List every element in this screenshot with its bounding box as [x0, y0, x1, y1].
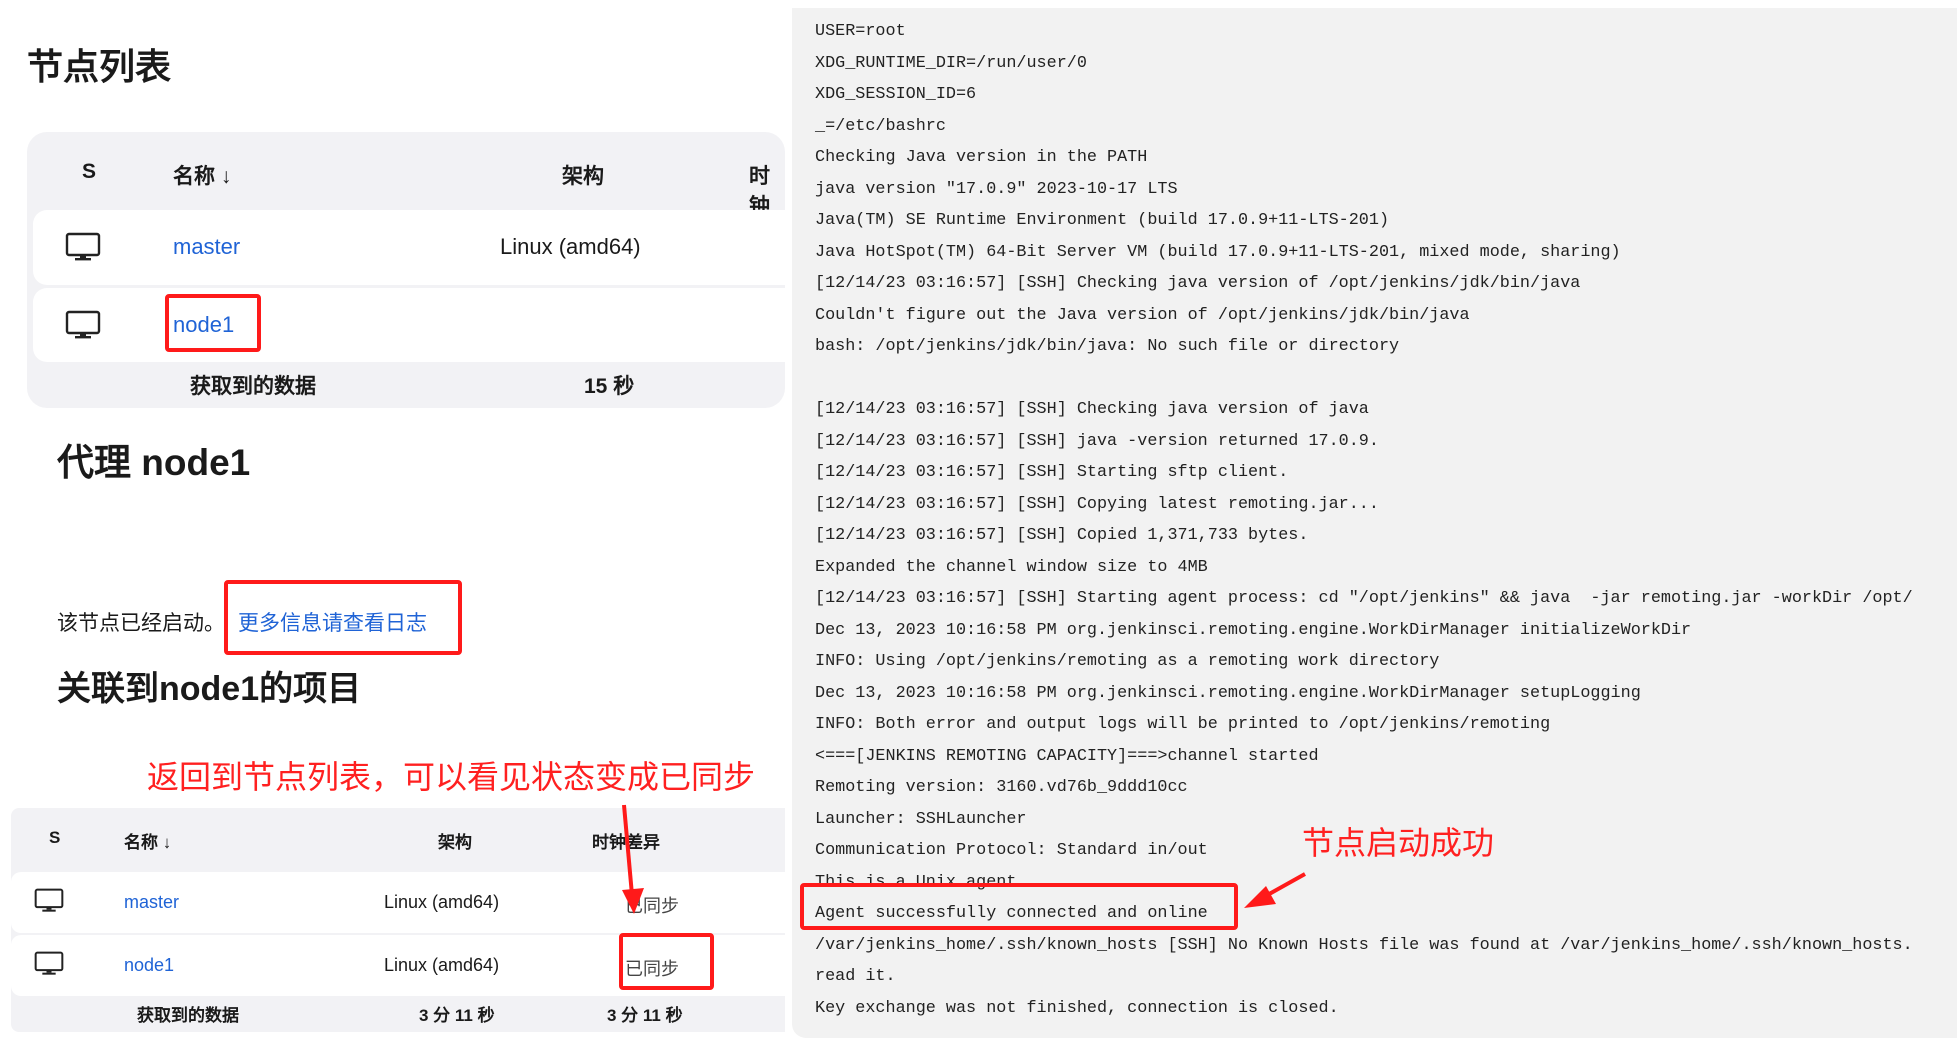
log-line: Couldn't figure out the Java version of … [815, 305, 1470, 325]
col-arch[interactable]: 架构 [438, 828, 472, 853]
footer-label: 获取到的数据 [137, 1006, 239, 1025]
col-name[interactable]: 名称 ↓ [173, 160, 231, 190]
log-line: USER=root [815, 22, 906, 41]
log-line: Java HotSpot(TM) 64-Bit Server VM (build… [815, 242, 1621, 262]
node-link-master[interactable]: master [124, 892, 179, 913]
arch-cell: Linux (amd64) [384, 955, 500, 975]
log-line: INFO: Both error and output logs will be… [815, 715, 1551, 734]
page-title: 节点列表 [27, 46, 172, 87]
log-line: [12/14/23 03:16:57] [SSH] Checking java … [815, 274, 1581, 293]
projects-title: 关联到node1的项目 [57, 670, 362, 708]
footer-arch: 3 分 11 秒 [419, 1006, 495, 1025]
node-link-node1[interactable]: node1 [124, 955, 174, 976]
log-line: INFO: Using /opt/jenkins/remoting as a r… [815, 652, 1440, 671]
highlight-box [619, 933, 714, 990]
log-line: Expanded the channel window size to 4MB [815, 557, 1208, 577]
log-line: _=/etc/bashrc [815, 116, 946, 136]
log-line: Key exchange was not finished, connectio… [815, 998, 1339, 1018]
footer-arch: 15 秒 [584, 375, 635, 398]
log-line: Java(TM) SE Runtime Environment (build 1… [815, 211, 1390, 230]
monitor-icon [65, 310, 101, 340]
col-status[interactable]: S [82, 160, 96, 184]
col-name[interactable]: 名称 ↓ [124, 828, 171, 853]
nodes-table: S 名称 ↓ 架构 时钟 master Linux (amd64) node1 … [27, 132, 785, 408]
table-row: node1 [33, 288, 785, 362]
table-row: master Linux (amd64) [33, 210, 785, 285]
annotation-node-started: 节点启动成功 [1302, 825, 1495, 861]
nodes-table-synced: S 名称 ↓ 架构 时钟差异 master Linux (amd64) 已同步 … [11, 808, 785, 1032]
log-line: java version "17.0.9" 2023-10-17 LTS [815, 179, 1178, 199]
log-line: [12/14/23 03:16:57] [SSH] Starting agent… [815, 589, 1913, 608]
log-line: Remoting version: 3160.vd76b_9ddd10cc [815, 778, 1188, 797]
monitor-icon [34, 951, 64, 976]
log-line: bash: /opt/jenkins/jdk/bin/java: No such… [815, 337, 1400, 356]
clock-cell: 已同步 [625, 896, 679, 916]
footer-clock: 3 分 11 秒 [607, 1006, 683, 1025]
footer-label: 获取到的数据 [190, 375, 316, 398]
log-line: <===[JENKINS REMOTING CAPACITY]===>chann… [815, 746, 1319, 766]
monitor-icon [65, 232, 101, 262]
agent-status-text: 该节点已经启动。 [57, 612, 225, 635]
log-line: [12/14/23 03:16:57] [SSH] java -version … [815, 431, 1379, 451]
agent-title: 代理 node1 [57, 442, 251, 483]
log-line: [12/14/23 03:16:57] [SSH] Starting sftp … [815, 463, 1289, 482]
table-row: master Linux (amd64) 已同步 [11, 872, 785, 933]
log-line: [12/14/23 03:16:57] [SSH] Checking java … [815, 400, 1369, 419]
log-line: XDG_SESSION_ID=6 [815, 85, 977, 104]
log-line: Dec 13, 2023 10:16:58 PM org.jenkinsci.r… [815, 683, 1641, 703]
log-line: [12/14/23 03:16:57] [SSH] Copying latest… [815, 494, 1379, 514]
log-line: /var/jenkins_home/.ssh/known_hosts [SSH]… [815, 935, 1913, 955]
col-arch[interactable]: 架构 [562, 160, 604, 190]
log-line: Communication Protocol: Standard in/out [815, 841, 1208, 860]
highlight-box [165, 294, 261, 352]
highlight-box [224, 580, 462, 655]
log-line: Checking Java version in the PATH [815, 148, 1148, 167]
log-line: [12/14/23 03:16:57] [SSH] Copied 1,371,7… [815, 526, 1309, 545]
col-clock[interactable]: 时钟差异 [592, 828, 660, 853]
log-line: read it. [815, 967, 896, 986]
col-status[interactable]: S [49, 828, 60, 848]
annotation-back-to-list: 返回到节点列表，可以看见状态变成已同步 [147, 759, 756, 795]
log-line: XDG_RUNTIME_DIR=/run/user/0 [815, 53, 1087, 73]
monitor-icon [34, 888, 64, 913]
arch-cell: Linux (amd64) [384, 892, 500, 912]
log-line: Dec 13, 2023 10:16:58 PM org.jenkinsci.r… [815, 620, 1692, 640]
log-line: Launcher: SSHLauncher [815, 809, 1027, 829]
highlight-box [800, 883, 1238, 930]
node-link-master[interactable]: master [173, 234, 240, 260]
arch-cell: Linux (amd64) [500, 234, 641, 259]
